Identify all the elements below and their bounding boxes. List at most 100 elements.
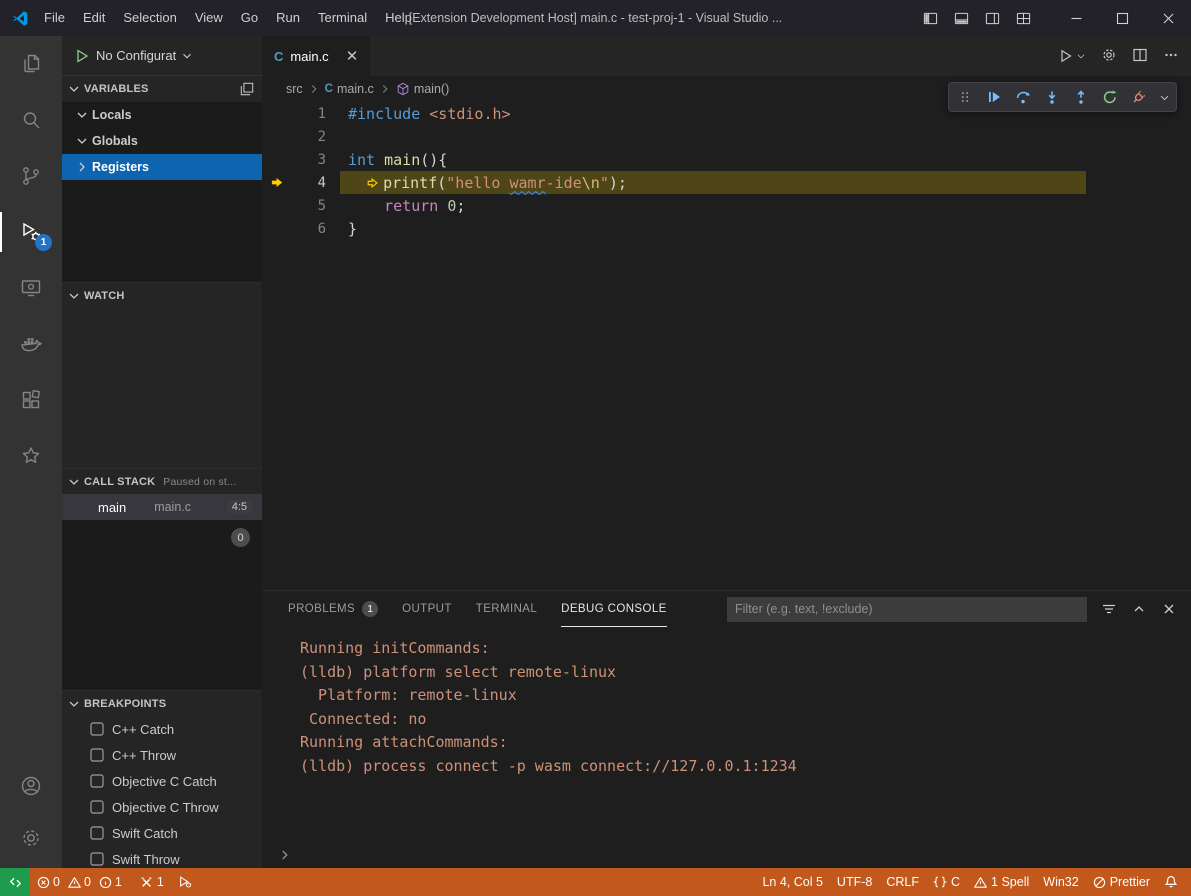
panel-tab-output[interactable]: OUTPUT (402, 591, 452, 627)
debug-console-output[interactable]: Running initCommands:(lldb) platform sel… (262, 627, 1191, 842)
account-icon[interactable] (0, 760, 62, 812)
split-editor-icon[interactable] (1132, 47, 1148, 66)
spell-checker-status[interactable]: 1 Spell (967, 868, 1036, 896)
code-line-5[interactable]: 5 return 0; (262, 194, 1191, 217)
close-tab-icon[interactable]: ✕ (346, 47, 359, 65)
menu-selection[interactable]: Selection (114, 0, 185, 36)
watch-section-header[interactable]: WATCH (62, 282, 262, 308)
checkbox[interactable] (90, 774, 104, 788)
breakpoints-section-header[interactable]: BREAKPOINTS (62, 690, 262, 716)
code-line-3[interactable]: 3int main(){ (262, 148, 1191, 171)
tab-main-c[interactable]: C main.c ✕ (262, 36, 370, 76)
toggle-sidebar-icon[interactable] (923, 11, 938, 26)
close-panel-icon[interactable] (1161, 601, 1177, 617)
tools-status[interactable]: 1 (133, 868, 171, 896)
breakpoint-swift-throw[interactable]: Swift Throw (62, 846, 262, 868)
panel-tab-debug-console[interactable]: DEBUG CONSOLE (561, 591, 667, 627)
disconnect-button[interactable] (1129, 86, 1149, 108)
search-icon[interactable] (0, 92, 62, 148)
checkbox[interactable] (90, 722, 104, 736)
error-count: 0 (53, 875, 60, 889)
breakpoint-objective-c-catch[interactable]: Objective C Catch (62, 768, 262, 794)
continue-button[interactable] (984, 86, 1004, 108)
call-stack-section-header[interactable]: CALL STACK Paused on st... (62, 468, 262, 494)
filter-lines-icon[interactable] (1101, 601, 1117, 617)
variables-section-header[interactable]: VARIABLES (62, 76, 262, 102)
breadcrumb-symbol[interactable]: main() (414, 82, 449, 96)
step-into-button[interactable] (1042, 86, 1062, 108)
docker-icon[interactable] (0, 316, 62, 372)
formatter-status[interactable]: Prettier (1086, 868, 1157, 896)
console-line: Connected: no (300, 710, 1191, 734)
stack-frame-row[interactable]: main main.c 4:5 (62, 494, 262, 520)
remote-explorer-icon[interactable] (0, 260, 62, 316)
close-button[interactable] (1145, 0, 1191, 36)
breadcrumb-dir[interactable]: src (286, 82, 303, 96)
variables-item-locals[interactable]: Locals (62, 102, 262, 128)
customize-layout-icon[interactable] (1016, 11, 1031, 26)
checkbox[interactable] (90, 800, 104, 814)
menu-terminal[interactable]: Terminal (309, 0, 376, 36)
minimize-button[interactable] (1053, 0, 1099, 36)
checkbox[interactable] (90, 826, 104, 840)
debug-console-input[interactable] (262, 842, 1191, 868)
menu-run[interactable]: Run (267, 0, 309, 36)
variables-item-globals[interactable]: Globals (62, 128, 262, 154)
restart-button[interactable] (1100, 86, 1120, 108)
toggle-panel-icon[interactable] (954, 11, 969, 26)
toggle-secondary-sidebar-icon[interactable] (985, 11, 1000, 26)
cursor-position[interactable]: Ln 4, Col 5 (755, 868, 829, 896)
star-icon[interactable] (0, 428, 62, 484)
maximize-panel-chevron-icon[interactable] (1131, 601, 1147, 617)
code-editor[interactable]: 1#include <stdio.h>23int main(){4 printf… (262, 102, 1191, 590)
call-stack-section-title: CALL STACK (84, 476, 155, 488)
console-filter-input[interactable] (727, 597, 1087, 622)
platform-target[interactable]: Win32 (1036, 868, 1085, 896)
start-debugging-icon[interactable] (74, 48, 90, 64)
extensions-icon[interactable] (0, 372, 62, 428)
menu-edit[interactable]: Edit (74, 0, 114, 36)
notifications-bell-icon[interactable] (1157, 868, 1185, 896)
settings-gear-icon[interactable] (0, 812, 62, 864)
explorer-icon[interactable] (0, 36, 62, 92)
more-actions-icon[interactable] (1163, 47, 1179, 66)
panel-tab-terminal[interactable]: TERMINAL (476, 591, 537, 627)
language-mode[interactable]: C (926, 868, 967, 896)
problems-status[interactable]: 0 0 1 (30, 868, 133, 896)
breakpoint-c-throw[interactable]: C++ Throw (62, 742, 262, 768)
breadcrumb-file[interactable]: main.c (337, 82, 374, 96)
current-line-arrow-icon[interactable] (262, 175, 292, 190)
run-and-debug-icon[interactable]: 1 (0, 204, 62, 260)
debug-config-select[interactable]: No Configurat (96, 48, 194, 63)
stack-frame-function: main (98, 500, 126, 515)
menu-view[interactable]: View (186, 0, 232, 36)
code-line-4[interactable]: 4 printf("hello wamr-ide\n"); (262, 171, 1191, 194)
code-line-6[interactable]: 6} (262, 217, 1191, 240)
menu-file[interactable]: File (35, 0, 74, 36)
remote-indicator[interactable] (0, 868, 30, 896)
code-line-2[interactable]: 2 (262, 125, 1191, 148)
debug-status-icon[interactable] (171, 868, 199, 896)
open-view-icon[interactable] (240, 82, 254, 96)
eol-sequence[interactable]: CRLF (879, 868, 926, 896)
panel-tab-label: DEBUG CONSOLE (561, 603, 667, 615)
checkbox[interactable] (90, 748, 104, 762)
panel-tab-problems[interactable]: PROBLEMS1 (288, 591, 378, 627)
run-file-button[interactable] (1058, 48, 1086, 64)
step-over-button[interactable] (1013, 86, 1033, 108)
step-out-button[interactable] (1071, 86, 1091, 108)
checkbox[interactable] (90, 852, 104, 866)
variables-item-registers[interactable]: Registers (62, 154, 262, 180)
breakpoint-objective-c-throw[interactable]: Objective C Throw (62, 794, 262, 820)
menu-go[interactable]: Go (232, 0, 267, 36)
editor-settings-gear-icon[interactable] (1101, 47, 1117, 66)
toolbar-drag-handle[interactable] (955, 86, 975, 108)
source-control-icon[interactable] (0, 148, 62, 204)
line-number: 4 (292, 175, 326, 191)
encoding[interactable]: UTF-8 (830, 868, 879, 896)
debug-session-chevron-icon[interactable] (1158, 86, 1170, 108)
breakpoint-swift-catch[interactable]: Swift Catch (62, 820, 262, 846)
breakpoint-c-catch[interactable]: C++ Catch (62, 716, 262, 742)
breakpoint-label: Objective C Catch (112, 774, 217, 789)
maximize-button[interactable] (1099, 0, 1145, 36)
